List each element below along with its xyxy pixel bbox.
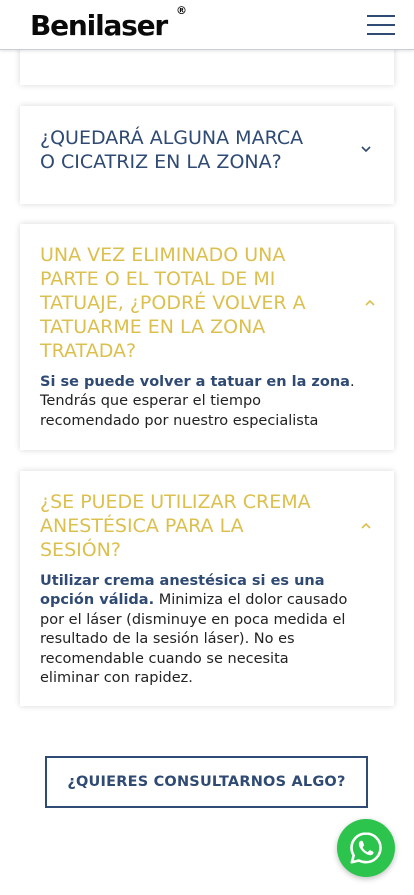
faq-item-crema-anestesica[interactable]: ¿SE PUEDE UTILIZAR CREMA ANESTÉSICA PARA… <box>20 471 394 706</box>
faq-item-volver-tatuar[interactable]: UNA VEZ ELIMINADO UNA PARTE O EL TOTAL D… <box>20 224 394 450</box>
faq-question-line: SESIÓN? <box>40 539 121 561</box>
faq-question-line: PARTE O EL TOTAL DE MI <box>40 268 276 290</box>
faq-question[interactable]: ¿QUEDARÁ ALGUNA MARCA O CICATRIZ EN LA Z… <box>40 126 340 174</box>
faq-answer: Si se puede volver a tatuar en la zona. … <box>40 373 380 431</box>
faq-answer-line: eliminar con rapidez. <box>40 669 380 688</box>
faq-answer-text: Minimiza el dolor causado <box>154 592 348 609</box>
contact-us-button[interactable]: ¿QUIERES CONSULTARNOS ALGO? <box>45 756 368 808</box>
faq-answer-bold: opción válida. <box>40 592 155 609</box>
faq-answer-line: resultado de la sesión láser). No es <box>40 630 380 649</box>
faq-question-line: ANESTÉSICA PARA LA <box>40 515 244 537</box>
faq-question-line: TATUAJE, ¿PODRÉ VOLVER A <box>40 292 306 314</box>
faq-answer-line: opción válida. Minimiza el dolor causado <box>40 591 380 610</box>
site-header: Benilaser ® <box>0 0 414 50</box>
faq-question-line: TATUARME EN LA ZONA <box>40 316 266 338</box>
whatsapp-button[interactable] <box>337 819 395 877</box>
faq-question-line: TRATADA? <box>40 340 137 362</box>
faq-answer-line: recomendado por nuestro especialista <box>40 412 380 431</box>
registered-mark: ® <box>176 4 187 17</box>
faq-answer-text: eliminar con rapidez. <box>40 670 193 687</box>
whatsapp-icon <box>350 832 382 864</box>
faq-answer-bold: Utilizar crema anestésica si es una <box>40 573 325 589</box>
faq-question-line: O CICATRIZ EN LA ZONA? <box>40 151 282 173</box>
chevron-up-icon[interactable] <box>359 521 373 531</box>
chevron-up-icon[interactable] <box>363 298 377 308</box>
faq-answer: Utilizar crema anestésica si es una opci… <box>40 572 380 688</box>
faq-question-line: ¿QUEDARÁ ALGUNA MARCA <box>40 127 304 149</box>
hamburger-menu-icon[interactable] <box>367 13 395 37</box>
faq-answer-bold: Si se puede volver a tatuar en la zona <box>40 374 350 390</box>
faq-answer-text: Tendrás que esperar el tiempo <box>40 393 262 410</box>
faq-answer-line: Tendrás que esperar el tiempo <box>40 392 380 411</box>
faq-answer-text: . <box>349 374 355 390</box>
faq-question[interactable]: UNA VEZ ELIMINADO UNA PARTE O EL TOTAL D… <box>40 243 360 363</box>
faq-answer-text: por el láser (disminuye en poca medida e… <box>40 611 346 628</box>
faq-answer-line: recomendable cuando se necesita <box>40 650 380 669</box>
faq-answer-line: Si se puede volver a tatuar en la zona. <box>40 373 380 392</box>
faq-answer-line: por el láser (disminuye en poca medida e… <box>40 611 380 630</box>
faq-question-line: ¿SE PUEDE UTILIZAR CREMA <box>40 491 311 513</box>
faq-item-marca-cicatriz[interactable]: ¿QUEDARÁ ALGUNA MARCA O CICATRIZ EN LA Z… <box>20 106 394 204</box>
faq-answer-text: resultado de la sesión láser). No es <box>40 631 295 648</box>
logo[interactable]: Benilaser <box>30 6 168 46</box>
faq-question[interactable]: ¿SE PUEDE UTILIZAR CREMA ANESTÉSICA PARA… <box>40 490 360 562</box>
faq-answer-text: recomendado por nuestro especialista <box>40 412 319 429</box>
faq-answer-text: recomendable cuando se necesita <box>40 650 289 667</box>
chevron-down-icon[interactable] <box>359 144 373 154</box>
faq-answer-line: Utilizar crema anestésica si es una <box>40 572 380 591</box>
faq-question-line: UNA VEZ ELIMINADO UNA <box>40 244 286 266</box>
